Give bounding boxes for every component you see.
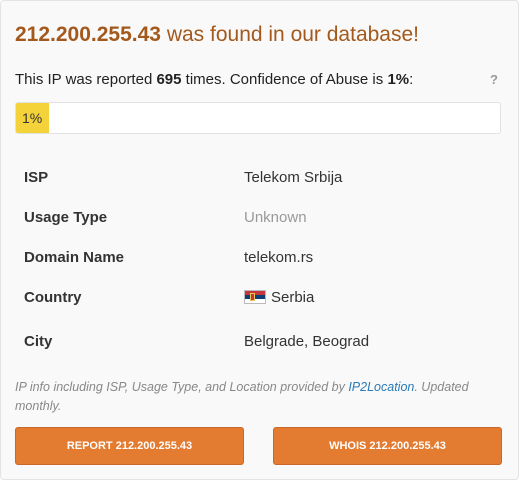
report-prefix: This IP was reported	[15, 71, 157, 88]
city-label: City	[24, 333, 53, 350]
report-count: 695	[156, 71, 182, 88]
usage-type-label: Usage Type	[24, 209, 108, 226]
domain-name-label: Domain Name	[24, 249, 125, 266]
detail-row-usage-type: Usage Type Unknown	[15, 197, 505, 237]
whois-ip-button[interactable]: WHOIS 212.200.255.43	[273, 427, 502, 465]
ip-address: 212.200.255.43	[15, 23, 161, 46]
ip-details-table: ISP Telekom Srbija Usage Type Unknown Do…	[15, 157, 505, 361]
confidence-bar-fill: 1%	[16, 103, 49, 133]
detail-row-domain: Domain Name telekom.rs	[15, 237, 505, 277]
isp-value: Telekom Srbija	[244, 169, 343, 186]
report-suffix: :	[409, 71, 414, 88]
country-value: Serbia	[271, 289, 315, 306]
detail-row-isp: ISP Telekom Srbija	[15, 157, 505, 197]
isp-label: ISP	[24, 169, 49, 186]
city-value: Belgrade, Beograd	[244, 333, 370, 350]
report-middle: times. Confidence of Abuse is	[181, 71, 388, 88]
domain-name-value: telekom.rs	[244, 249, 314, 266]
country-label: Country	[24, 289, 82, 306]
report-ip-button[interactable]: REPORT 212.200.255.43	[15, 427, 244, 465]
ip2location-link[interactable]: IP2Location	[348, 380, 414, 394]
ip-lookup-panel: 212.200.255.43 was found in our database…	[0, 0, 519, 480]
result-title: 212.200.255.43 was found in our database…	[15, 23, 419, 47]
data-source-footnote: IP info including ISP, Usage Type, and L…	[15, 378, 485, 416]
help-icon[interactable]: ?	[490, 72, 498, 87]
detail-row-country: Country Serbia	[15, 277, 505, 317]
confidence-value: 1%	[387, 71, 410, 88]
confidence-bar: 1%	[15, 102, 501, 134]
usage-type-value: Unknown	[244, 209, 307, 226]
report-summary: This IP was reported 695 times. Confiden…	[15, 71, 413, 88]
found-text: was found in our database!	[160, 23, 419, 46]
serbia-flag-icon	[244, 290, 266, 304]
detail-row-city: City Belgrade, Beograd	[15, 317, 505, 361]
country-value-wrap: Serbia	[244, 289, 314, 306]
footnote-prefix: IP info including ISP, Usage Type, and L…	[15, 380, 349, 394]
